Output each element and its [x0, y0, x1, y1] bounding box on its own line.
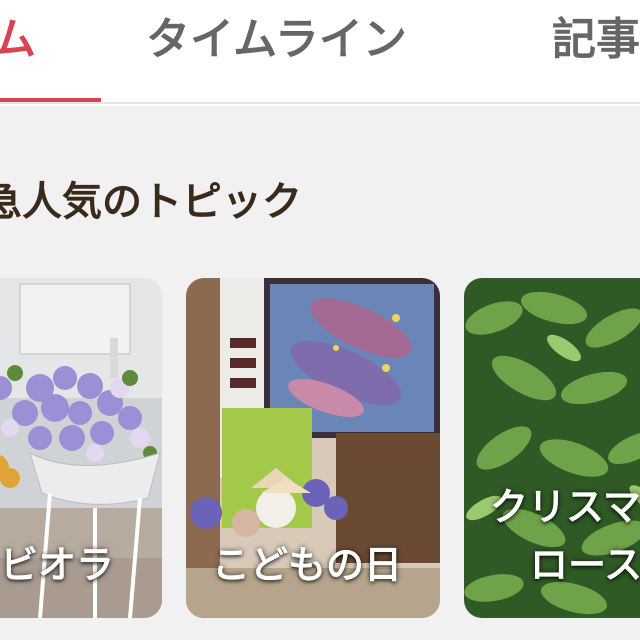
tab-timeline[interactable]: タイムライン	[146, 8, 407, 72]
active-tab-indicator	[0, 98, 101, 102]
topic-label-christmas-rose-line1: クリスマ	[490, 485, 640, 529]
tab-home[interactable]: ム	[0, 8, 36, 72]
topic-label-viola: ビオラ	[0, 543, 115, 587]
section-title: 急人気のトピック	[0, 179, 302, 225]
topic-label-christmas-rose-line2: ロース	[530, 543, 640, 587]
tab-articles[interactable]: 記事	[552, 8, 640, 72]
tab-bar: ム タイムライン 記事	[0, 0, 640, 104]
topic-label-childrens-day: こどもの日	[212, 543, 403, 587]
